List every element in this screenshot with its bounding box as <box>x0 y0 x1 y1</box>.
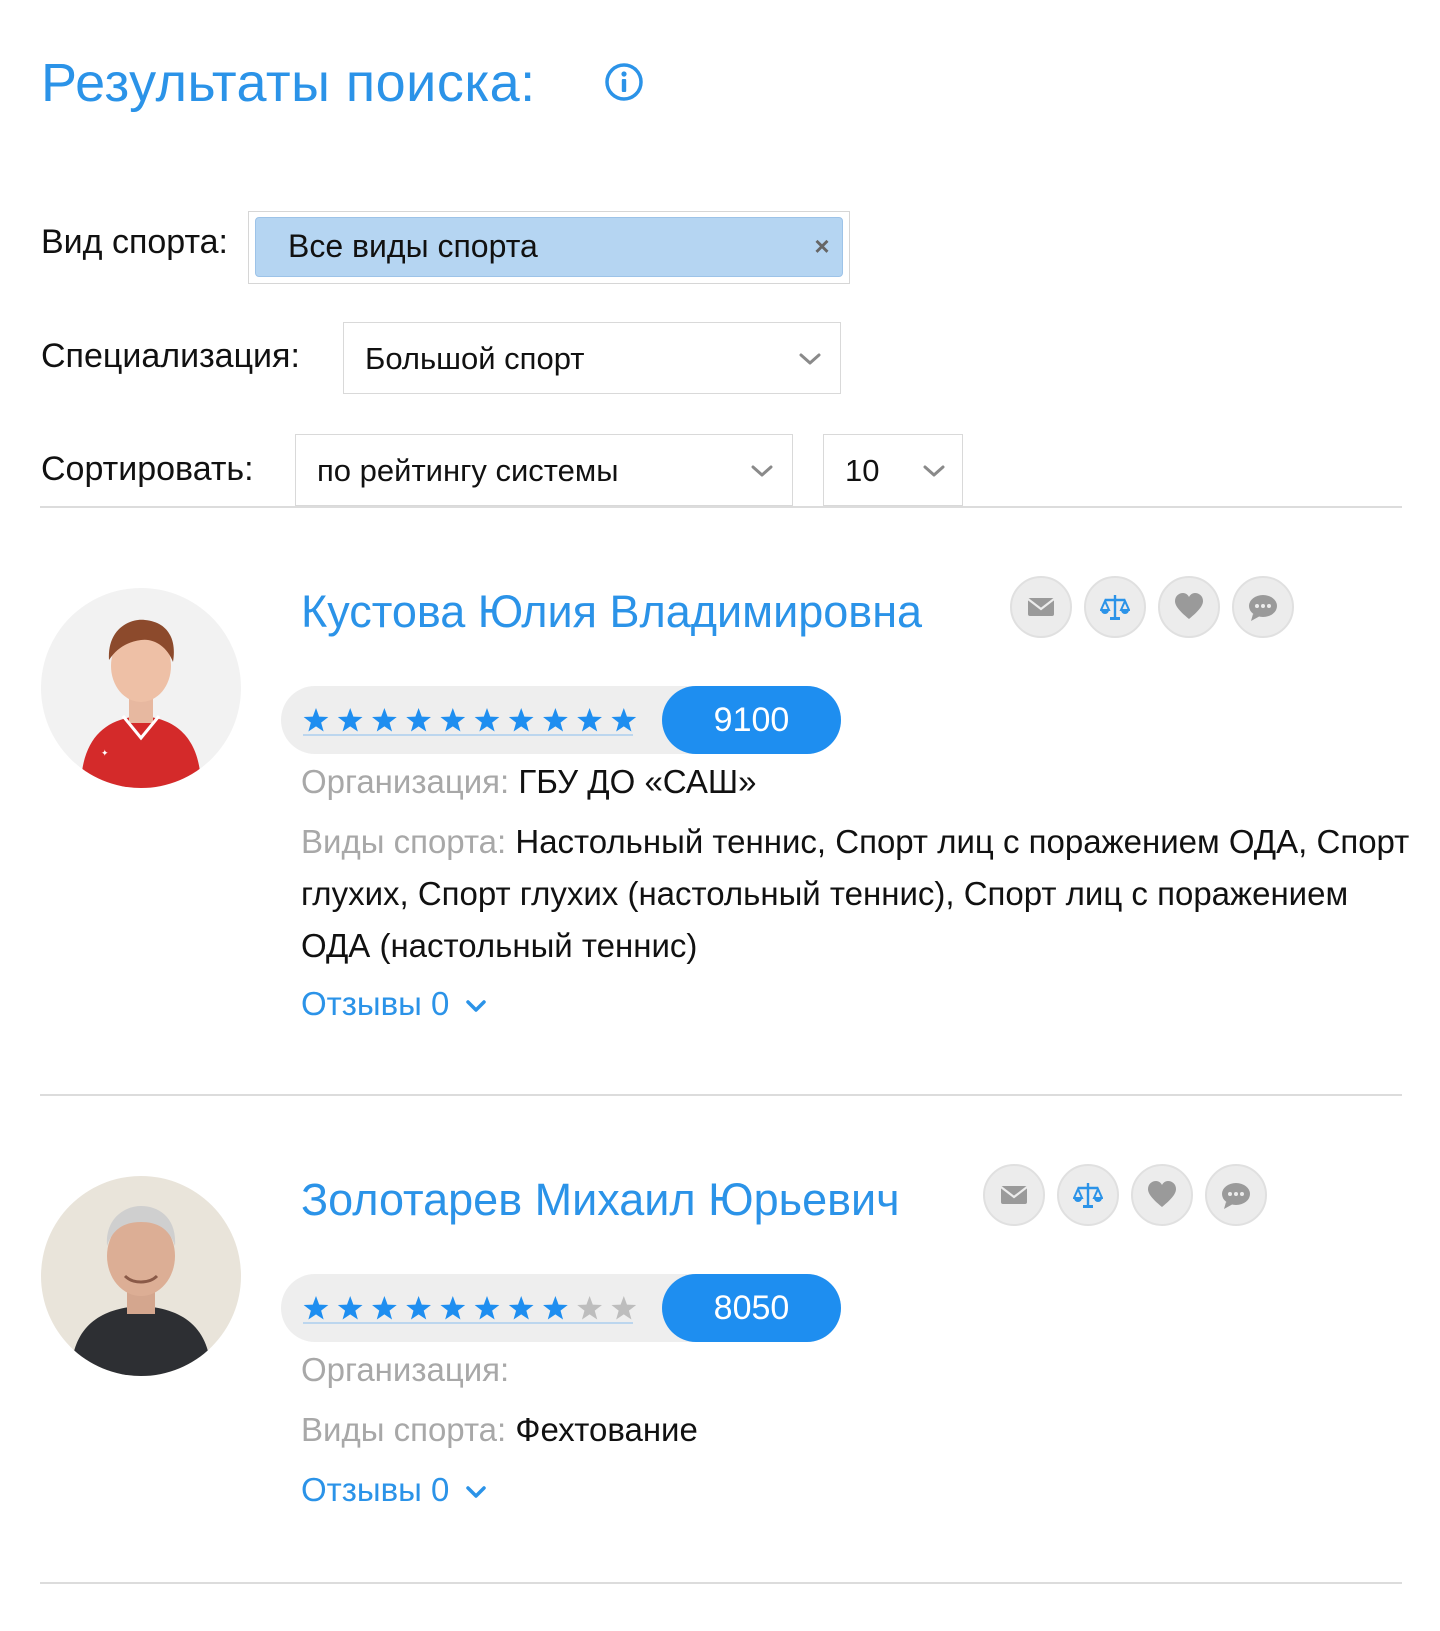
star-filled-icon <box>440 1296 466 1320</box>
star-filled-icon <box>611 708 637 732</box>
rating-bar: 8050 <box>281 1274 841 1342</box>
divider <box>40 1094 1402 1096</box>
sport-label: Вид спорта: <box>41 223 228 261</box>
chevron-down-icon <box>466 1000 487 1013</box>
favorite-button[interactable] <box>1158 576 1220 638</box>
avatar[interactable]: ✦ <box>41 588 241 788</box>
sort-select[interactable]: по рейтингу системы <box>295 434 793 506</box>
info-circle-icon[interactable] <box>604 62 644 102</box>
star-filled-icon <box>543 1296 568 1320</box>
organization-label: Организация: <box>301 763 510 800</box>
star-empty-icon <box>611 1296 637 1320</box>
reviews-label: Отзывы 0 <box>301 985 450 1022</box>
sport-tag-label: Все виды спорта <box>288 228 538 264</box>
specialization-select[interactable]: Большой спорт <box>343 322 841 394</box>
chevron-down-icon <box>923 465 945 477</box>
reviews-toggle[interactable]: Отзывы 0 <box>301 1471 489 1509</box>
specialization-label: Специализация: <box>41 337 300 375</box>
tag-remove-icon[interactable]: × <box>808 232 836 260</box>
star-filled-icon <box>372 1296 397 1320</box>
rating-bar: 9100 <box>281 686 841 754</box>
sports-value: Фехтование <box>506 1411 698 1448</box>
star-filled-icon <box>577 708 602 732</box>
organization-line: Организация: <box>301 1344 1411 1396</box>
favorite-button[interactable] <box>1131 1164 1193 1226</box>
avatar[interactable] <box>41 1176 241 1376</box>
star-filled-icon <box>406 708 431 732</box>
message-button[interactable] <box>983 1164 1045 1226</box>
star-filled-icon <box>372 708 397 732</box>
per-page-value: 10 <box>845 453 880 488</box>
chat-icon <box>1249 595 1277 621</box>
chevron-down-icon <box>751 465 773 477</box>
sports-line: Виды спорта: Фехтование <box>301 1404 1411 1456</box>
chevron-down-icon <box>799 353 821 365</box>
divider <box>40 1582 1402 1584</box>
star-filled-icon <box>474 708 500 732</box>
scales-icon <box>1073 1183 1103 1208</box>
star-filled-icon <box>337 1296 363 1320</box>
compare-button[interactable] <box>1084 576 1146 638</box>
svg-text:✦: ✦ <box>101 748 109 758</box>
star-filled-icon <box>303 1296 329 1320</box>
stars-underline <box>303 1322 633 1324</box>
sort-value: по рейтингу системы <box>317 453 619 488</box>
scales-icon <box>1100 595 1130 620</box>
star-filled-icon <box>508 1296 534 1320</box>
athlete-name-link[interactable]: Золотарев Михаил Юрьевич <box>301 1174 900 1226</box>
chat-button[interactable] <box>1205 1164 1267 1226</box>
mail-icon <box>1000 1186 1028 1204</box>
compare-button[interactable] <box>1057 1164 1119 1226</box>
star-filled-icon <box>406 1296 431 1320</box>
athlete-name-link[interactable]: Кустова Юлия Владимировна <box>301 586 922 638</box>
sport-multiselect[interactable]: Все виды спорта × <box>248 211 850 284</box>
reviews-label: Отзывы 0 <box>301 1471 450 1508</box>
organization-line: Организация: ГБУ ДО «САШ» <box>301 756 1411 808</box>
specialization-value: Большой спорт <box>365 341 585 376</box>
heart-icon <box>1175 593 1203 619</box>
sport-tag: Все виды спорта × <box>255 217 843 277</box>
chat-button[interactable] <box>1232 576 1294 638</box>
star-filled-icon <box>543 708 568 732</box>
star-filled-icon <box>303 708 329 732</box>
organization-label: Организация: <box>301 1351 510 1388</box>
star-filled-icon <box>440 708 466 732</box>
chat-icon <box>1222 1183 1250 1209</box>
star-filled-icon <box>474 1296 500 1320</box>
mail-icon <box>1027 598 1055 616</box>
sort-label: Сортировать: <box>41 450 254 488</box>
chevron-down-icon <box>466 1486 487 1499</box>
rating-stars <box>303 1296 637 1320</box>
rating-score: 8050 <box>662 1274 841 1342</box>
star-filled-icon <box>508 708 534 732</box>
organization-value: ГБУ ДО «САШ» <box>509 763 757 800</box>
star-filled-icon <box>337 708 363 732</box>
star-empty-icon <box>577 1296 602 1320</box>
reviews-toggle[interactable]: Отзывы 0 <box>301 985 489 1023</box>
sports-label: Виды спорта: <box>301 1411 507 1448</box>
page-title: Результаты поиска: <box>41 53 536 113</box>
rating-stars <box>303 708 637 732</box>
rating-score: 9100 <box>662 686 841 754</box>
heart-icon <box>1148 1181 1176 1207</box>
per-page-select[interactable]: 10 <box>823 434 963 506</box>
divider <box>40 506 1402 508</box>
stars-underline <box>303 734 633 736</box>
sports-label: Виды спорта: <box>301 823 507 860</box>
message-button[interactable] <box>1010 576 1072 638</box>
sports-line: Виды спорта: Настольный теннис, Спорт ли… <box>301 816 1411 972</box>
